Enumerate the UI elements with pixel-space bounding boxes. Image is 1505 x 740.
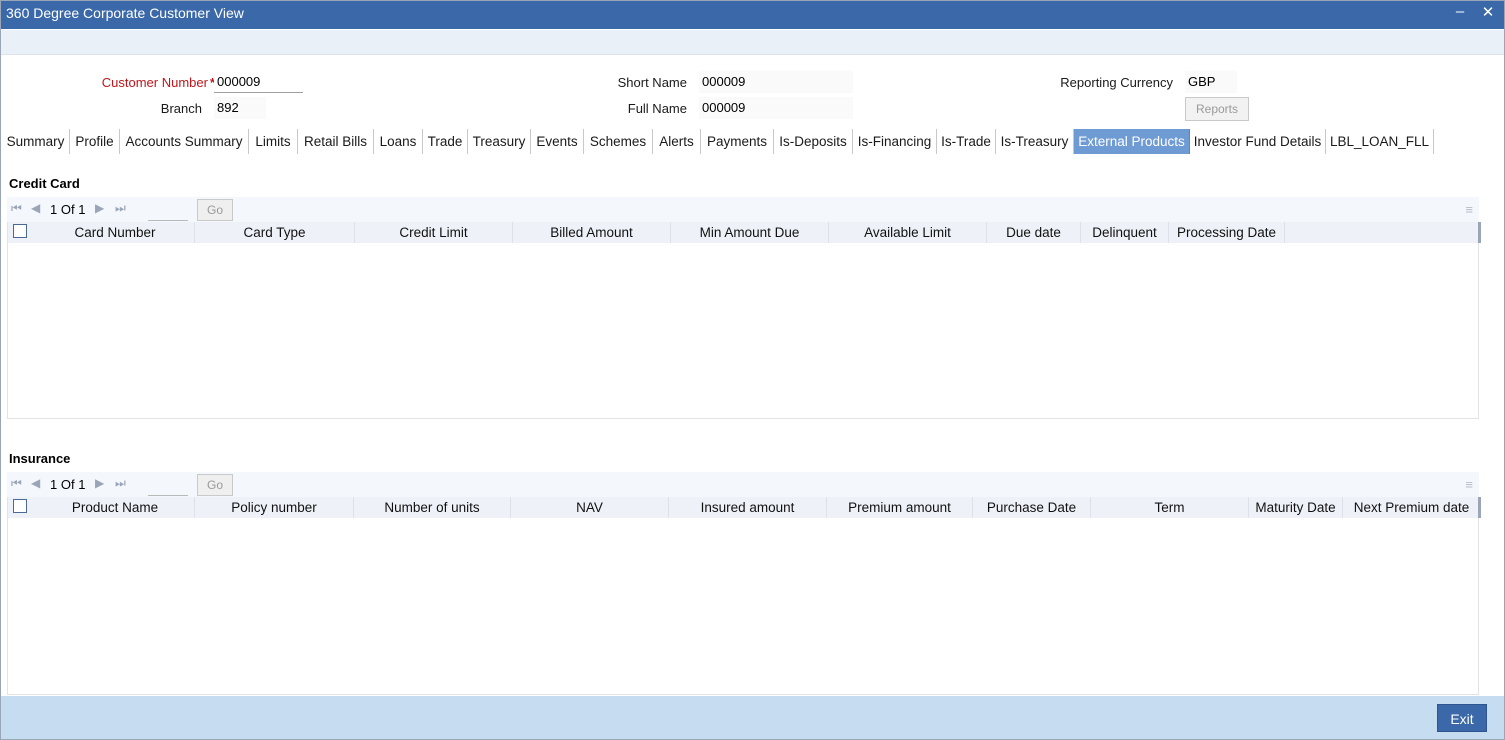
tab-is-treasury[interactable]: Is-Treasury <box>996 129 1074 154</box>
insurance-grid: Product Name Policy number Number of uni… <box>7 497 1481 695</box>
first-page-icon[interactable]: ⏮ <box>11 476 22 491</box>
close-icon[interactable]: ✕ <box>1478 3 1498 25</box>
credit-card-pager: ⏮ ◀ 1 Of 1 ▶ ⏭ Go ≡ <box>7 197 1479 222</box>
insurance-title: Insurance <box>9 451 71 466</box>
next-page-icon[interactable]: ▶ <box>95 476 104 490</box>
current-page: 1 <box>50 477 58 492</box>
page-input[interactable] <box>148 478 188 496</box>
select-all-checkbox[interactable] <box>13 499 27 513</box>
col-premium-amount[interactable]: Premium amount <box>827 497 973 518</box>
page-input[interactable] <box>148 203 188 221</box>
tab-external-products[interactable]: External Products <box>1074 129 1190 154</box>
last-page-icon[interactable]: ⏭ <box>115 201 126 216</box>
grid-scrollbar[interactable] <box>1478 222 1481 243</box>
prev-page-icon[interactable]: ◀ <box>31 201 40 215</box>
col-term[interactable]: Term <box>1091 497 1249 518</box>
last-page-icon[interactable]: ⏭ <box>115 476 126 491</box>
tab-bar: Summary Profile Accounts Summary Limits … <box>0 129 1505 154</box>
short-name-field[interactable]: 000009 <box>699 71 853 93</box>
go-button[interactable]: Go <box>197 199 233 221</box>
col-insured-amount[interactable]: Insured amount <box>669 497 827 518</box>
tab-is-financing[interactable]: Is-Financing <box>853 129 937 154</box>
window-titlebar: 360 Degree Corporate Customer View – ✕ <box>0 0 1505 29</box>
tab-summary[interactable]: Summary <box>2 129 70 154</box>
tab-payments[interactable]: Payments <box>701 129 774 154</box>
of-label: Of <box>60 202 75 217</box>
footer-bar <box>1 696 1504 739</box>
first-page-icon[interactable]: ⏮ <box>11 201 22 216</box>
tab-alerts[interactable]: Alerts <box>653 129 701 154</box>
total-pages: 1 <box>78 477 86 492</box>
total-pages: 1 <box>78 202 86 217</box>
col-maturity-date[interactable]: Maturity Date <box>1249 497 1343 518</box>
tab-investor-fund-details[interactable]: Investor Fund Details <box>1190 129 1326 154</box>
page-count: 1 Of 1 <box>50 477 85 492</box>
tab-limits[interactable]: Limits <box>249 129 298 154</box>
reports-button[interactable]: Reports <box>1185 97 1249 121</box>
col-purchase-date[interactable]: Purchase Date <box>973 497 1091 518</box>
insurance-header-row: Product Name Policy number Number of uni… <box>8 497 1481 518</box>
tab-is-deposits[interactable]: Is-Deposits <box>774 129 853 154</box>
column-settings-icon[interactable]: ≡ <box>1465 477 1473 492</box>
toolbar-strip <box>1 30 1504 55</box>
tab-events[interactable]: Events <box>531 129 584 154</box>
tab-lbl-loan-fll[interactable]: LBL_LOAN_FLL <box>1326 129 1434 154</box>
tab-treasury[interactable]: Treasury <box>468 129 531 154</box>
col-due-date[interactable]: Due date <box>987 222 1081 243</box>
page-count: 1 Of 1 <box>50 202 85 217</box>
col-min-amount-due[interactable]: Min Amount Due <box>671 222 829 243</box>
window-title: 360 Degree Corporate Customer View <box>6 5 244 21</box>
credit-card-grid: Card Number Card Type Credit Limit Bille… <box>7 222 1481 419</box>
col-available-limit[interactable]: Available Limit <box>829 222 987 243</box>
customer-number-label: Customer Number * <box>40 75 215 90</box>
current-page: 1 <box>50 202 58 217</box>
branch-field[interactable]: 892 <box>214 97 266 119</box>
full-name-label: Full Name <box>627 101 687 116</box>
grid-scrollbar[interactable] <box>1478 497 1481 518</box>
of-label: Of <box>60 477 75 492</box>
col-billed-amount[interactable]: Billed Amount <box>513 222 671 243</box>
col-nav[interactable]: NAV <box>511 497 669 518</box>
select-all-checkbox[interactable] <box>13 224 27 238</box>
tab-schemes[interactable]: Schemes <box>584 129 653 154</box>
col-card-number[interactable]: Card Number <box>36 222 195 243</box>
col-next-premium-date[interactable]: Next Premium date <box>1343 497 1480 518</box>
col-delinquent[interactable]: Delinquent <box>1081 222 1169 243</box>
minimize-icon[interactable]: – <box>1450 3 1470 25</box>
customer-number-label-text: Customer Number <box>101 75 208 90</box>
tab-is-trade[interactable]: Is-Trade <box>937 129 996 154</box>
exit-button[interactable]: Exit <box>1437 704 1487 732</box>
go-button[interactable]: Go <box>197 474 233 496</box>
col-number-of-units[interactable]: Number of units <box>354 497 511 518</box>
insurance-pager: ⏮ ◀ 1 Of 1 ▶ ⏭ Go ≡ <box>7 472 1479 497</box>
full-name-field[interactable]: 000009 <box>699 97 853 119</box>
col-processing-date[interactable]: Processing Date <box>1169 222 1285 243</box>
prev-page-icon[interactable]: ◀ <box>31 476 40 490</box>
col-card-type[interactable]: Card Type <box>195 222 355 243</box>
reporting-currency-label: Reporting Currency <box>1060 75 1173 90</box>
next-page-icon[interactable]: ▶ <box>95 201 104 215</box>
reporting-currency-field[interactable]: GBP <box>1185 71 1237 93</box>
branch-label: Branch <box>160 101 202 116</box>
tab-profile[interactable]: Profile <box>70 129 120 154</box>
tab-accounts-summary[interactable]: Accounts Summary <box>120 129 249 154</box>
col-credit-limit[interactable]: Credit Limit <box>355 222 513 243</box>
tab-loans[interactable]: Loans <box>374 129 423 154</box>
credit-card-header-row: Card Number Card Type Credit Limit Bille… <box>8 222 1481 243</box>
short-name-label: Short Name <box>617 75 687 90</box>
column-settings-icon[interactable]: ≡ <box>1465 202 1473 217</box>
col-policy-number[interactable]: Policy number <box>195 497 354 518</box>
col-product-name[interactable]: Product Name <box>36 497 195 518</box>
customer-number-field[interactable]: 000009 <box>214 71 303 93</box>
tab-retail-bills[interactable]: Retail Bills <box>298 129 374 154</box>
credit-card-title: Credit Card <box>9 176 80 191</box>
tab-trade[interactable]: Trade <box>423 129 468 154</box>
